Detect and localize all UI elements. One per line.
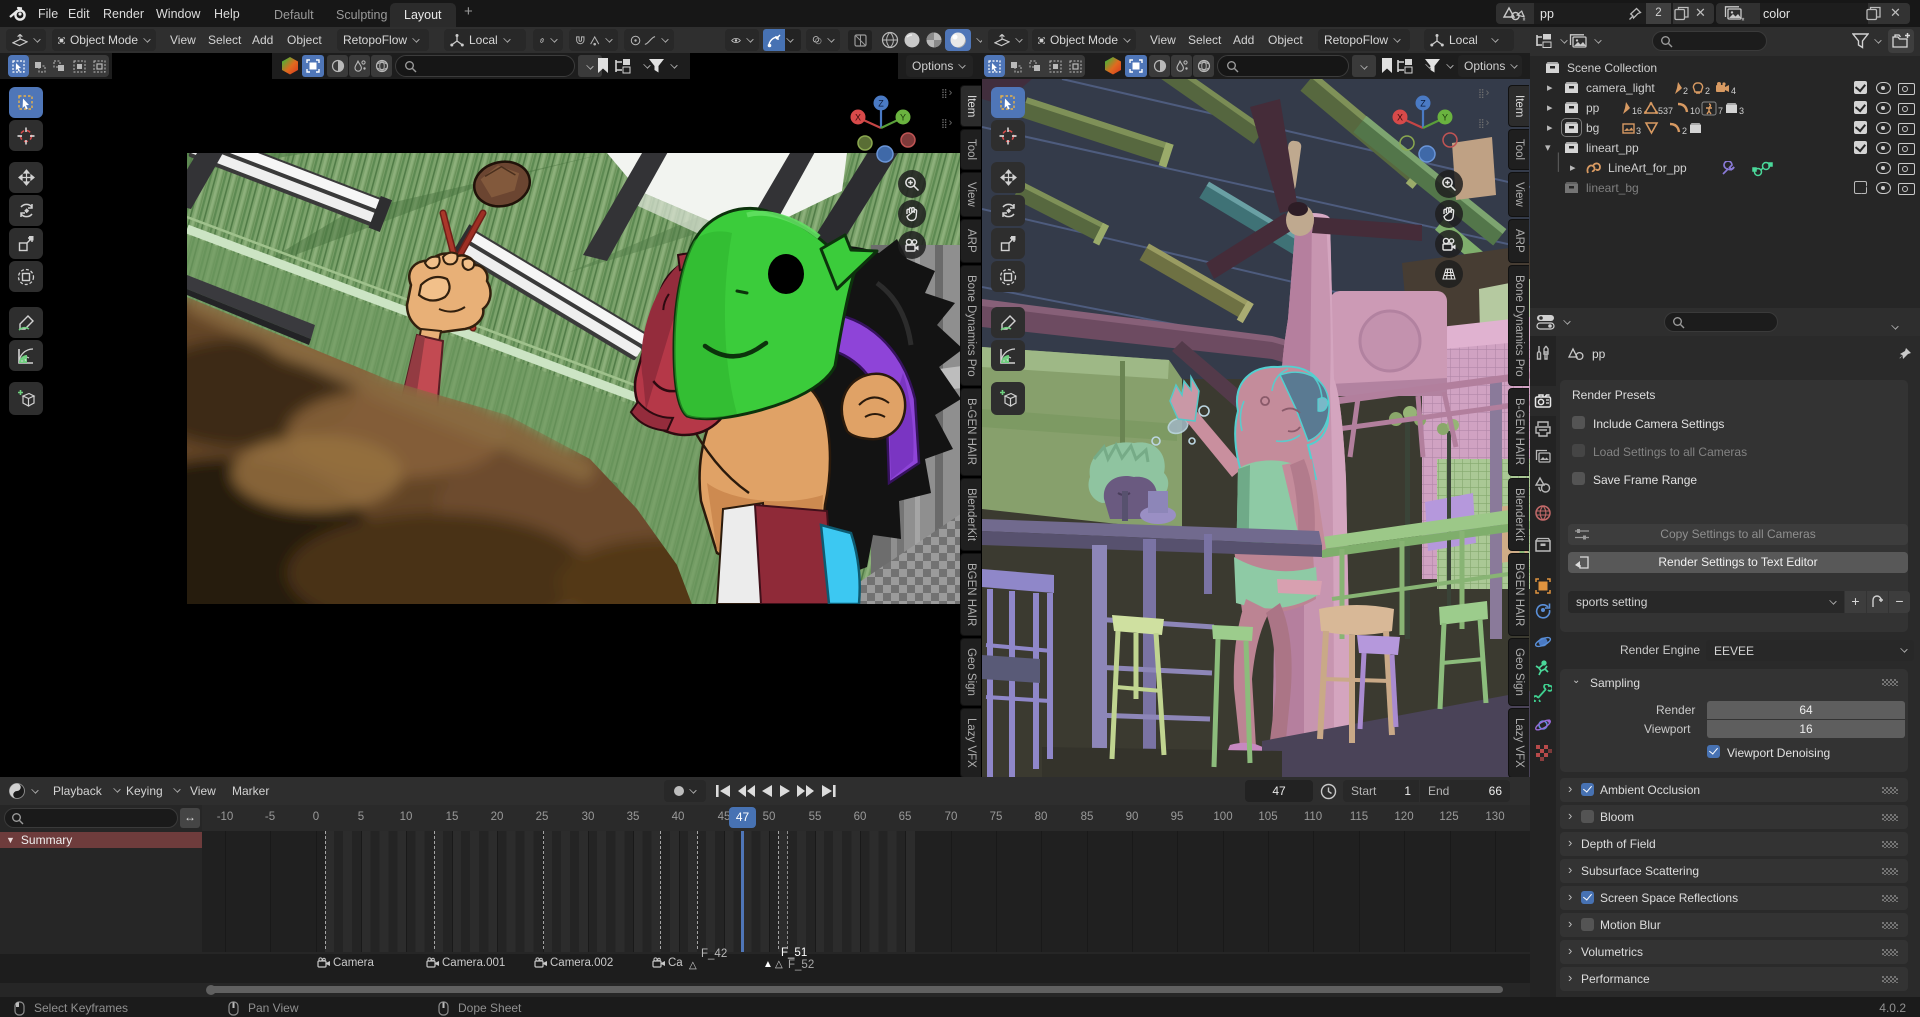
svg-text:3: 3: [1636, 126, 1641, 136]
svg-text:2: 2: [1683, 86, 1688, 96]
svg-text:X: X: [1397, 113, 1403, 123]
svg-text:Z: Z: [1420, 99, 1426, 109]
svg-text:X: X: [855, 113, 861, 123]
svg-text:2: 2: [1705, 86, 1710, 96]
svg-text:Y: Y: [900, 113, 906, 123]
svg-text:Z: Z: [878, 99, 884, 109]
svg-text:4: 4: [1731, 86, 1736, 96]
svg-text:3: 3: [1739, 106, 1744, 116]
svg-text:10: 10: [1690, 106, 1700, 116]
svg-text:16: 16: [1632, 106, 1642, 116]
svg-text:7: 7: [1718, 106, 1723, 116]
svg-text:Y: Y: [1442, 113, 1448, 123]
svg-text:2: 2: [1682, 126, 1687, 136]
svg-text:537: 537: [1658, 106, 1673, 116]
